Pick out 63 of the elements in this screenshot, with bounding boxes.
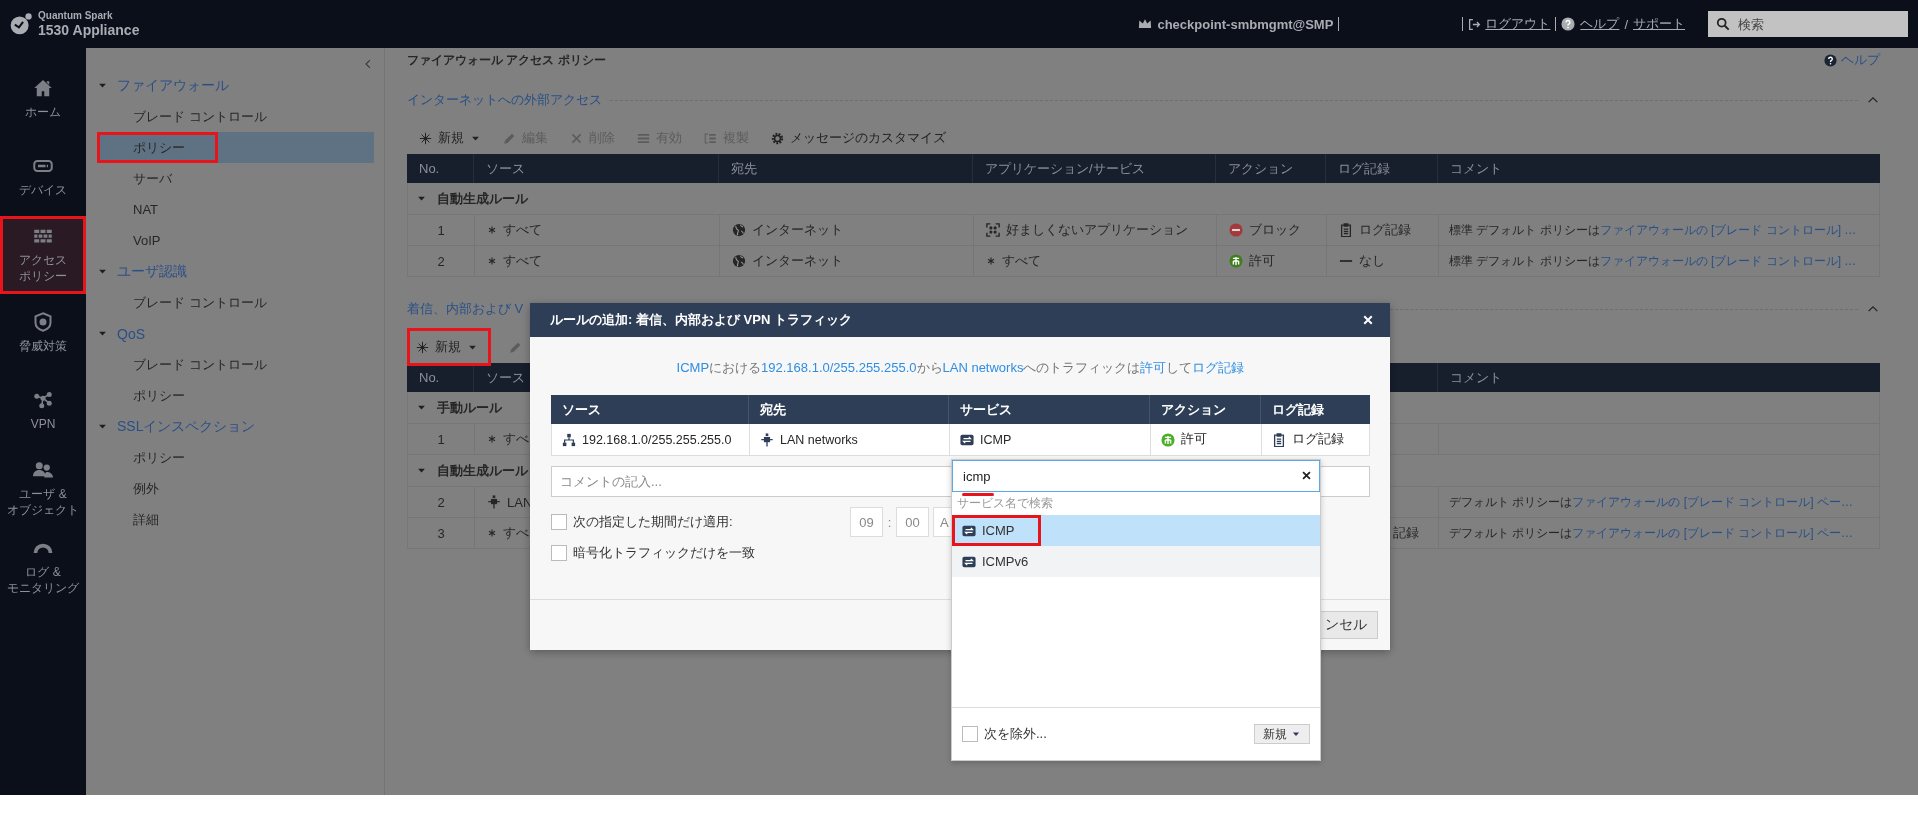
table-cell: ログ記録 [1359, 221, 1411, 239]
table-cell: すべて [503, 221, 542, 239]
nav-group-label: SSLインスペクション [117, 417, 256, 436]
table-cell: すべて [1002, 252, 1041, 270]
column-header: ログ記録 [1338, 159, 1390, 178]
comment-text: 標準 デフォルト ポリシーはファイアウォールの [ブレード コントロール] … [1449, 252, 1857, 270]
column-header: 宛先 [731, 159, 757, 178]
table-cell: ICMP [980, 432, 1012, 447]
section-title: インターネットへの外部アクセス [407, 91, 602, 109]
group-label: 自動生成ルール [437, 189, 528, 208]
table-cell: 許可 [1249, 252, 1275, 270]
column-header: アプリケーション/サービス [985, 159, 1145, 178]
table-cell: 2 [437, 494, 445, 510]
table-cell: インターネット [752, 252, 843, 270]
checkbox-label: 暗号化トラフィックだけを一致 [573, 544, 756, 562]
comment-text: 標準 デフォルト ポリシーはファイアウォールの [ブレード コントロール] … [1449, 221, 1857, 239]
time-separator: : [886, 514, 893, 530]
user-name: checkpoint-smbmgmt@SMP [1157, 16, 1334, 32]
table-cell: すべ [503, 524, 529, 542]
table-cell: すべ [503, 430, 529, 448]
group-label: 手動ルール [437, 398, 502, 417]
table-cell: 2 [437, 253, 445, 269]
table-cell: 1 [437, 431, 445, 447]
table-cell: すべて [503, 252, 542, 270]
column-header: ソース [486, 368, 525, 387]
search-hint: サービス名で検索 [956, 495, 1054, 512]
table-cell: 好ましくないアプリケーション [1006, 221, 1188, 239]
nav-group-label: ユーザ認識 [117, 262, 187, 281]
column-header: ログ記録 [1272, 400, 1324, 419]
table-cell: なし [1359, 252, 1385, 270]
table-cell: 192.168.1.0/255.255.255.0 [582, 432, 732, 447]
group-label: 自動生成ルール [437, 461, 528, 480]
column-header: No. [419, 161, 440, 176]
separator-slash: / [1624, 16, 1628, 32]
comment-text: デフォルト ポリシーはファイアウォールの [ブレード コントロール] ペー… [1449, 493, 1853, 511]
column-header: コメント [1450, 368, 1502, 387]
column-header: アクション [1228, 159, 1293, 178]
table-cell: LAN networks [780, 432, 858, 447]
column-header: コメント [1450, 159, 1502, 178]
checkbox-label: 次を除外... [984, 725, 1047, 743]
comment-text: デフォルト ポリシーはファイアウォールの [ブレード コントロール] ペー… [1449, 524, 1853, 542]
table-cell: インターネット [752, 221, 843, 239]
column-header: アクション [1161, 400, 1226, 419]
nav-group-label: ファイアウォール [117, 76, 229, 95]
table-cell: 記録 [1393, 524, 1419, 542]
column-header: サービス [960, 400, 1012, 419]
table-cell: ブロック [1249, 221, 1301, 239]
page-title: ファイアウォール アクセス ポリシー [407, 51, 606, 69]
model-name: 1530 Appliance [38, 21, 140, 38]
rule-summary: ICMPにおける192.168.1.0/255.255.255.0からLAN networksへのトラフィックは許可して ログ記録 [675, 359, 1246, 377]
table-cell: ログ記録 [1292, 431, 1344, 448]
product-name: Quantum Spark [38, 10, 114, 22]
nav-group-label: QoS [117, 325, 145, 342]
table-cell: 1 [437, 222, 445, 238]
dialog-title: ルールの追加: 着信、内部および VPN トラフィック [550, 311, 852, 329]
column-header: No. [419, 370, 440, 385]
checkbox-label: 次の指定した期間だけ適用: [573, 513, 734, 531]
section-title: 着信、内部および V [407, 300, 524, 318]
column-header: 宛先 [760, 400, 786, 419]
table-cell: 許可 [1181, 431, 1207, 448]
column-header: ソース [562, 400, 601, 419]
column-header: ソース [486, 159, 525, 178]
table-cell: 3 [437, 525, 445, 541]
